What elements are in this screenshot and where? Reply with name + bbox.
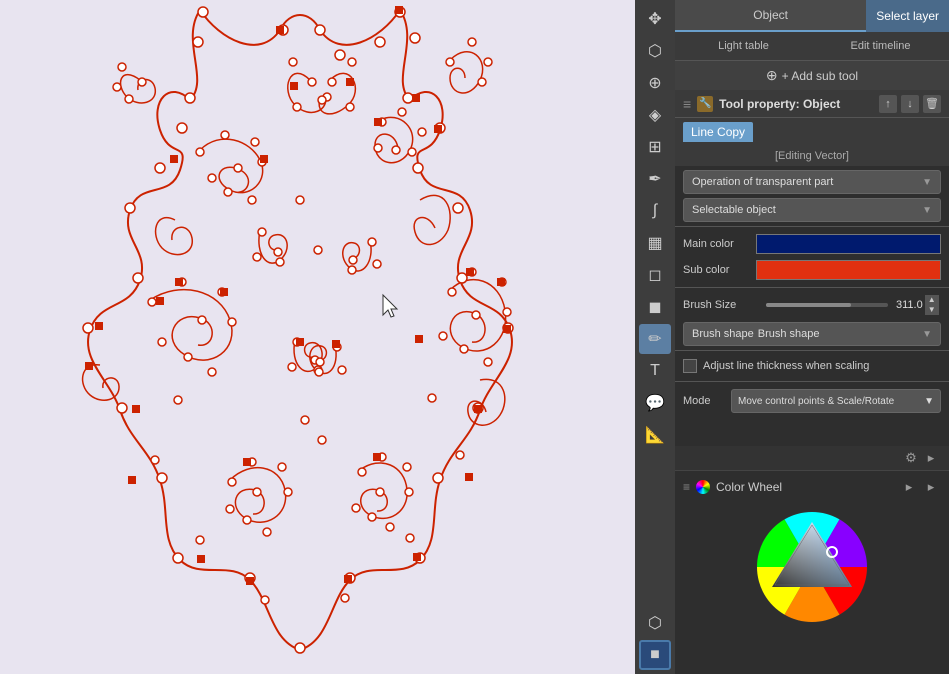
panel-settings-row: ⚙ ▸: [675, 446, 949, 470]
adjust-line-thickness-checkbox[interactable]: [683, 359, 697, 373]
selectable-object-dropdown[interactable]: Selectable object ▼: [683, 198, 941, 222]
tool-color-pick[interactable]: ◈: [639, 100, 671, 130]
chevron-down-icon: ▼: [922, 329, 932, 340]
brush-size-stepper[interactable]: ▲ ▼: [925, 295, 939, 315]
chevron-down-icon: ▼: [924, 396, 934, 407]
color-wheel-icon: [696, 480, 710, 494]
panel-more-btn[interactable]: ▸: [921, 448, 941, 468]
tab-edit-timeline[interactable]: Edit timeline: [812, 40, 949, 52]
sub-color-label: Sub color: [683, 264, 748, 276]
tool-pen[interactable]: ✒: [639, 164, 671, 194]
tool-property-header: ≡ 🔧 Tool property: Object ↑ ↓ 🗑: [675, 90, 949, 118]
tool-erase[interactable]: ◻: [639, 260, 671, 290]
right-panel: Object Select layer Light table Edit tim…: [675, 0, 949, 674]
brush-size-row: Brush Size 311.0 ▲ ▼: [675, 292, 949, 318]
property-actions: ↑ ↓ 🗑: [879, 95, 941, 113]
tool-speech-bubble[interactable]: 💬: [639, 388, 671, 418]
tool-property-collapse-icon[interactable]: ≡: [683, 96, 691, 112]
brush-size-slider[interactable]: [766, 303, 888, 307]
tool-property-icon: 🔧: [697, 96, 713, 112]
tool-grid[interactable]: ⊞: [639, 132, 671, 162]
operation-transparent-dropdown[interactable]: Operation of transparent part ▼: [683, 170, 941, 194]
sub-color-row: Sub color: [675, 257, 949, 283]
editing-vector-label: [Editing Vector]: [675, 146, 949, 166]
tool-text[interactable]: T: [639, 356, 671, 386]
panel-settings-btn[interactable]: ⚙: [901, 448, 921, 468]
adjust-line-thickness-row: Adjust line thickness when scaling: [675, 355, 949, 377]
color-wheel-expand-btn[interactable]: ▸: [899, 477, 919, 497]
tab-select-layer[interactable]: Select layer: [866, 0, 949, 32]
brush-size-label: Brush Size: [683, 299, 758, 311]
mode-row: Mode Move control points & Scale/Rotate …: [675, 386, 949, 416]
brush-shape-label: Brush shape: [754, 328, 922, 340]
canvas-area: [0, 0, 635, 674]
tool-layer[interactable]: ⬡: [639, 608, 671, 638]
brush-size-value: 311.0 ▲ ▼: [896, 295, 941, 315]
subtool-tabs: Line Copy: [675, 118, 949, 146]
tab-light-table[interactable]: Light table: [675, 40, 812, 52]
tool-ruler[interactable]: 📐: [639, 420, 671, 450]
panel-second-row: Light table Edit timeline: [675, 32, 949, 60]
tool-brush[interactable]: ∫: [639, 196, 671, 226]
color-wheel-close-btn[interactable]: ▸: [921, 477, 941, 497]
toolbar-strip: ✥ ⬡ ⊕ ◈ ⊞ ✒ ∫ ▦ ◻ ◼ ✏ T 💬 📐 ⬡ ■: [635, 0, 675, 674]
main-color-swatch[interactable]: [756, 234, 941, 254]
mode-label: Mode: [683, 395, 723, 407]
main-color-label: Main color: [683, 238, 748, 250]
tool-select-rect[interactable]: ⬡: [639, 36, 671, 66]
color-wheel-container[interactable]: [683, 503, 941, 631]
property-export-btn[interactable]: ↑: [879, 95, 897, 113]
brush-shape-dropdown[interactable]: Brush shape Brush shape ▼: [683, 322, 941, 346]
brush-size-up[interactable]: ▲: [925, 295, 939, 305]
tool-fill[interactable]: ▦: [639, 228, 671, 258]
mode-value: Move control points & Scale/Rotate: [738, 396, 894, 407]
color-wheel-title: Color Wheel: [716, 480, 782, 494]
tool-property-title: Tool property: Object: [719, 97, 840, 111]
adjust-line-thickness-label: Adjust line thickness when scaling: [703, 360, 869, 372]
main-color-row: Main color: [675, 231, 949, 257]
tool-zoom[interactable]: ⊕: [639, 68, 671, 98]
color-wheel-header: ≡ Color Wheel ▸ ▸: [683, 477, 941, 497]
mode-dropdown[interactable]: Move control points & Scale/Rotate ▼: [731, 389, 941, 413]
tool-vector[interactable]: ✏: [639, 324, 671, 354]
tool-select[interactable]: ◼: [639, 292, 671, 322]
tab-object[interactable]: Object: [675, 0, 866, 32]
tool-move[interactable]: ✥: [639, 4, 671, 34]
add-sub-tool-button[interactable]: ⊕ + Add sub tool: [675, 60, 949, 90]
brush-size-down[interactable]: ▼: [925, 305, 939, 315]
tool-property-panel: ≡ 🔧 Tool property: Object ↑ ↓ 🗑 Line Cop…: [675, 90, 949, 674]
chevron-down-icon: ▼: [922, 205, 932, 216]
property-import-btn[interactable]: ↓: [901, 95, 919, 113]
property-delete-btn[interactable]: 🗑: [923, 95, 941, 113]
tool-color-active[interactable]: ■: [639, 640, 671, 670]
color-wheel-actions: ▸ ▸: [899, 477, 941, 497]
panel-top-row: Object Select layer: [675, 0, 949, 32]
sub-color-swatch[interactable]: [756, 260, 941, 280]
color-wheel-section: ≡ Color Wheel ▸ ▸: [675, 470, 949, 637]
line-copy-tab[interactable]: Line Copy: [683, 122, 753, 142]
chevron-down-icon: ▼: [922, 177, 932, 188]
